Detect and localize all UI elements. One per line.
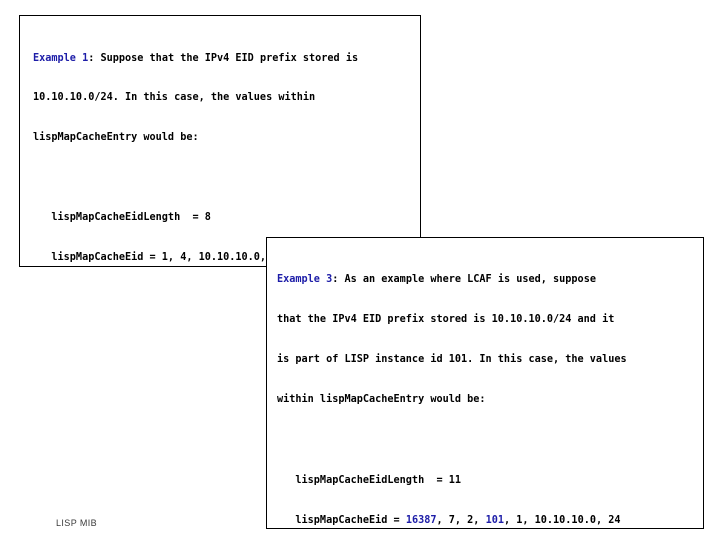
- example-3-intro-line-1: : As an example where LCAF is used, supp…: [332, 273, 596, 285]
- example-3-code-line-2: lispMapCacheEid = 16387, 7, 2, 101, 1, 1…: [277, 514, 693, 527]
- example-3-textbox[interactable]: Example 3: As an example where LCAF is u…: [266, 237, 704, 529]
- example-3-heading-line: Example 3: As an example where LCAF is u…: [277, 273, 693, 286]
- example-1-intro-line-1: : Suppose that the IPv4 EID prefix store…: [88, 52, 359, 64]
- example-3-code-line-2-prefix: lispMapCacheEid =: [277, 515, 406, 527]
- example-3-code-value-16387: 16387: [405, 515, 437, 527]
- example-1-intro-line-2: 10.10.10.0/24. In this case, the values …: [33, 92, 316, 104]
- example-3-intro-line-2: that the IPv4 EID prefix stored is 10.10…: [277, 314, 615, 326]
- example-3-code-value-101: 101: [485, 515, 504, 527]
- example-1-content: Example 1: Suppose that the IPv4 EID pre…: [33, 25, 410, 266]
- example-1-intro-line-3: lispMapCacheEntry would be:: [33, 132, 199, 144]
- slide-canvas: LISP MIB IETF 84 - Vancouver, 2012 Page …: [0, 0, 720, 540]
- example-3-spacer-1: [277, 434, 693, 447]
- example-1-label: Example: [33, 52, 76, 64]
- example-1-textbox[interactable]: Example 1: Suppose that the IPv4 EID pre…: [19, 15, 421, 267]
- example-3-content: Example 3: As an example where LCAF is u…: [277, 246, 693, 528]
- example-3-code-line-1: lispMapCacheEidLength = 11: [277, 474, 462, 486]
- example-1-code-line-1: lispMapCacheEidLength = 8: [33, 212, 211, 224]
- example-3-intro-line-3: is part of LISP instance id 101. In this…: [277, 354, 627, 366]
- example-1-heading-line: Example 1: Suppose that the IPv4 EID pre…: [33, 52, 410, 65]
- footer-left-label: LISP MIB: [56, 518, 98, 528]
- example-1-spacer-1: [33, 171, 410, 184]
- example-3-intro-line-4: within lispMapCacheEntry would be:: [277, 394, 486, 406]
- example-3-label: Example: [277, 273, 320, 285]
- example-3-code-line-2-suffix: , 1, 10.10.10.0, 24: [503, 515, 621, 527]
- example-3-code-line-2-mid: , 7, 2,: [436, 515, 486, 527]
